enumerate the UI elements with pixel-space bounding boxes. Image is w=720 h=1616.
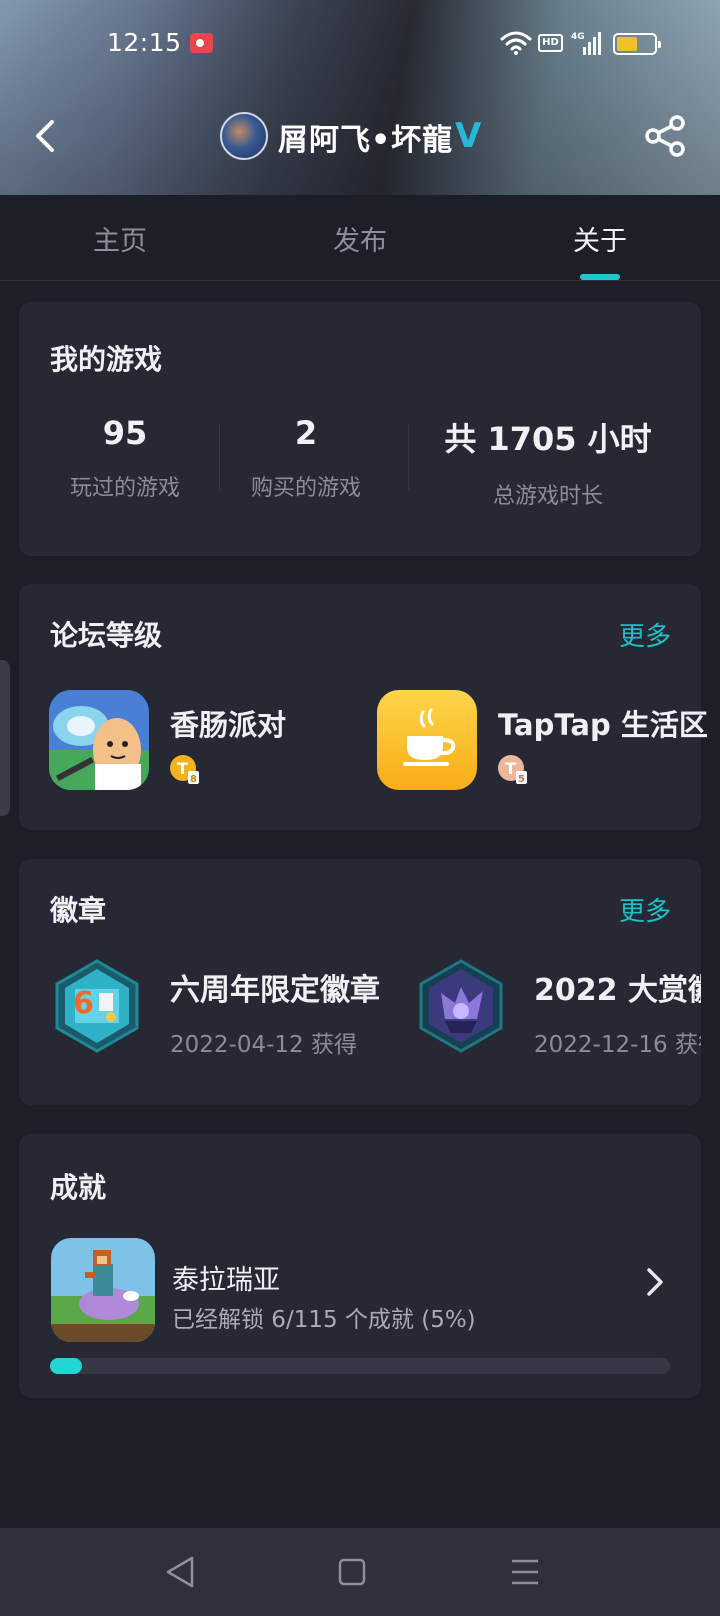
- played-games-stat[interactable]: 95 玩过的游戏: [45, 414, 205, 502]
- stat-divider: [219, 424, 220, 490]
- share-icon[interactable]: [644, 114, 688, 158]
- achievement-progress-bar: [50, 1358, 670, 1374]
- level-badge-letter: T: [505, 759, 516, 778]
- system-navigation-bar: [0, 1528, 720, 1616]
- sausage-party-game-icon: [49, 690, 149, 790]
- network-label: 4G: [571, 32, 585, 42]
- purchased-games-label: 购买的游戏: [250, 476, 361, 501]
- my-games-title: 我的游戏: [50, 343, 163, 376]
- awards-2022-badge-icon: [419, 959, 503, 1053]
- nav-home-icon[interactable]: [330, 1550, 374, 1594]
- achievement-progress-fill: [50, 1358, 83, 1374]
- badges-more-link[interactable]: 更多: [619, 891, 671, 928]
- badge-item-anniversary[interactable]: 6 六周年限定徽章 2022-04-12 获得: [55, 959, 380, 1059]
- tap-level-badge-icon: T 8: [170, 755, 199, 784]
- wifi-icon: [500, 31, 532, 55]
- total-playtime-stat[interactable]: 共 1705 小时 总游戏时长: [423, 414, 673, 510]
- achievement-game-name: 泰拉瑞亚: [172, 1265, 280, 1296]
- total-playtime-value: 共 1705 小时: [444, 420, 652, 458]
- edge-panel-handle[interactable]: [0, 660, 10, 816]
- stat-divider: [408, 424, 409, 490]
- coffee-cup-icon: [377, 690, 477, 790]
- forum-name: TapTap 生活区: [498, 708, 708, 742]
- level-badge-letter: T: [177, 759, 188, 778]
- badges-title: 徽章: [50, 894, 107, 927]
- profile-nav-bar: 屑阿飞•坏龍 V: [0, 100, 720, 180]
- badge-name: 六周年限定徽章: [170, 973, 380, 1008]
- svg-text:6: 6: [73, 986, 94, 1021]
- back-arrow-icon[interactable]: [26, 116, 66, 156]
- chevron-right-icon[interactable]: [641, 1264, 669, 1300]
- status-bar: 12:15 HD 4G: [0, 0, 720, 90]
- purchased-games-stat[interactable]: 2 购买的游戏: [231, 414, 381, 502]
- my-games-card: 我的游戏 95 玩过的游戏 2 购买的游戏 共 1705 小时 总游戏时长: [19, 302, 701, 556]
- badges-card: 徽章 更多 6 六周年限定徽章 2022-04-12 获得 2022 大赏徽 2…: [19, 859, 701, 1105]
- total-playtime-label: 总游戏时长: [492, 484, 603, 509]
- tab-home[interactable]: 主页: [0, 195, 240, 280]
- verified-label: V: [455, 118, 482, 150]
- tap-level-badge-icon: T 5: [498, 755, 527, 784]
- badge-name: 2022 大赏徽: [534, 973, 701, 1008]
- nav-menu-icon[interactable]: [504, 1550, 548, 1594]
- avatar[interactable]: [220, 112, 268, 160]
- screen-record-icon: [190, 33, 213, 53]
- level-badge-number: 5: [518, 774, 525, 784]
- battery-icon: [613, 33, 661, 55]
- forum-item-sausage-party[interactable]: 香肠派对 T 8: [49, 690, 349, 790]
- badge-item-2022-awards[interactable]: 2022 大赏徽 2022-12-16 获得: [419, 959, 701, 1059]
- forum-level-title: 论坛等级: [50, 619, 163, 652]
- verified-badge-icon: V: [455, 118, 482, 150]
- profile-name: 屑阿飞•坏龍: [278, 123, 454, 158]
- forum-name: 香肠派对: [170, 708, 287, 742]
- terraria-game-icon: [51, 1238, 155, 1342]
- badge-date: 2022-12-16 获得: [534, 1032, 701, 1058]
- played-games-count: 95: [102, 414, 148, 452]
- sixth-anniversary-badge-icon: 6: [55, 959, 139, 1053]
- played-games-label: 玩过的游戏: [69, 476, 180, 501]
- achievement-progress-text: 已经解锁 6/115 个成就 (5%): [172, 1307, 476, 1333]
- purchased-games-count: 2: [294, 414, 318, 452]
- nav-back-icon[interactable]: [158, 1550, 202, 1594]
- achievements-card: 成就 泰拉瑞亚 已经解锁 6/115 个成就 (5%): [19, 1134, 701, 1398]
- battery-level: [617, 37, 637, 51]
- tab-posts[interactable]: 发布: [240, 195, 480, 280]
- achievements-title: 成就: [50, 1171, 107, 1204]
- status-time: 12:15: [107, 28, 182, 57]
- forum-level-card: 论坛等级 更多 香肠派对 T 8 TapTap 生活区 T 5: [19, 584, 708, 830]
- forum-item-taptap-life[interactable]: TapTap 生活区 T 5: [377, 690, 708, 790]
- profile-tabs: 主页 发布 关于: [0, 195, 720, 281]
- badge-date: 2022-04-12 获得: [170, 1032, 357, 1058]
- tab-about[interactable]: 关于: [480, 195, 720, 280]
- forum-level-more-link[interactable]: 更多: [619, 616, 671, 653]
- level-badge-number: 8: [190, 774, 197, 784]
- hd-icon: HD: [538, 34, 563, 52]
- signal-4g-icon: 4G: [571, 32, 601, 55]
